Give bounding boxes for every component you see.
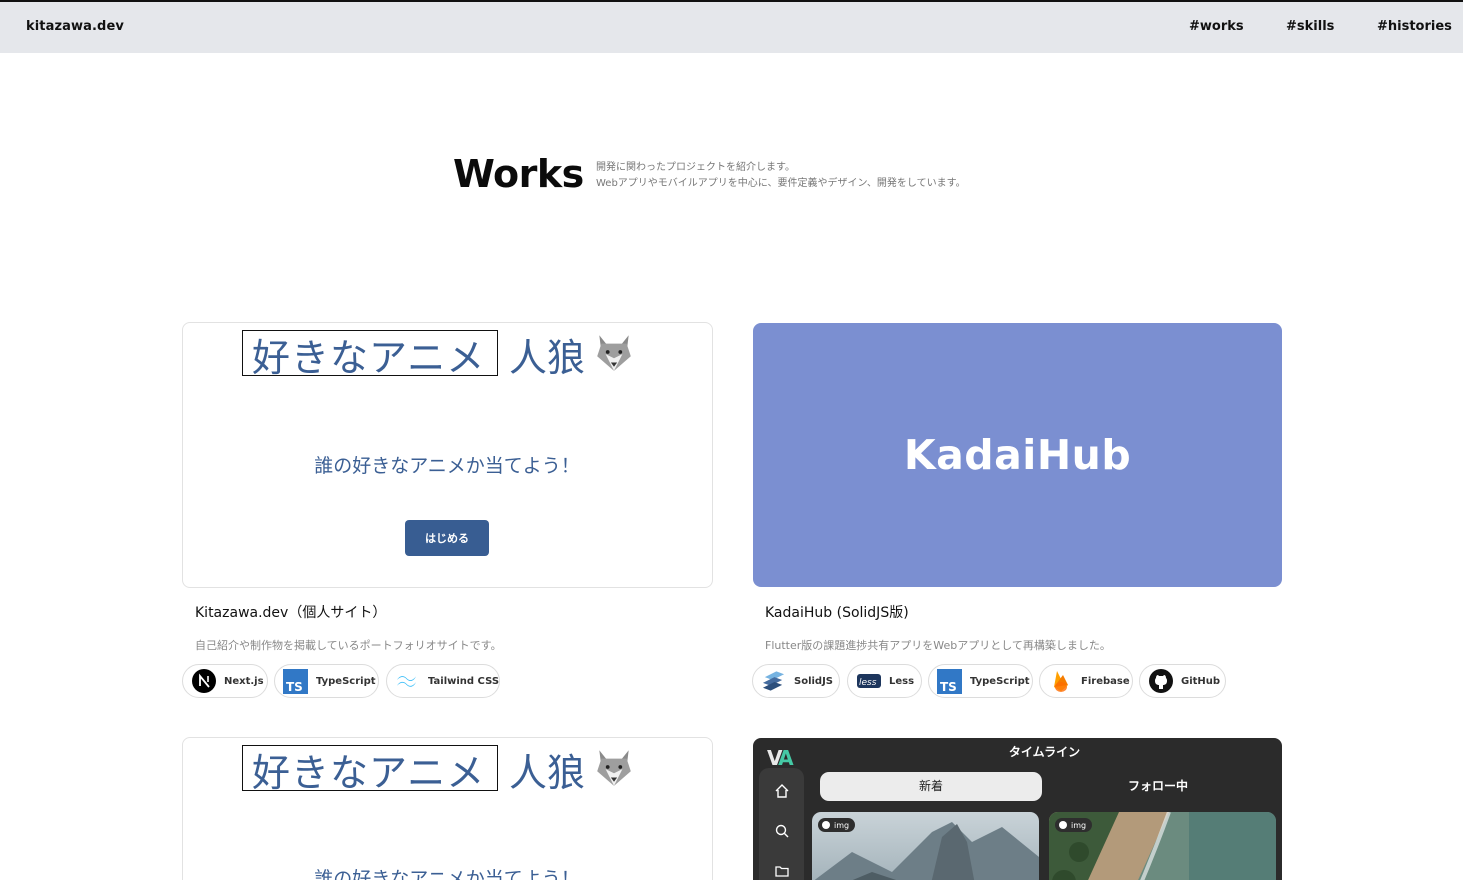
anime-title-boxed: 好きなアニメ — [252, 751, 486, 795]
tag-label: TypeScript — [316, 675, 376, 687]
site-brand-link[interactable]: kitazawa.dev — [26, 19, 124, 34]
timeline-photo-mountains[interactable]: img — [812, 812, 1039, 880]
svg-text:TS: TS — [286, 680, 303, 694]
nextjs-icon — [191, 669, 216, 694]
anime-title-jinro: 人狼 — [509, 336, 586, 380]
solidjs-icon — [761, 669, 786, 694]
home-icon[interactable] — [775, 784, 789, 798]
works-description-line1: 開発に関わったプロジェクトを紹介します。 — [596, 162, 795, 173]
kadaihub-logo-text: KadaiHub — [903, 431, 1132, 479]
svg-text:TS: TS — [940, 680, 957, 694]
nav-link-works[interactable]: #works — [1189, 19, 1244, 34]
tag-typescript[interactable]: TS TypeScript — [274, 664, 379, 698]
top-navbar: kitazawa.dev #works #skills #histories — [0, 2, 1463, 53]
tag-label: Less — [889, 675, 915, 687]
card-kadaihub-description: Flutter版の課題進捗共有アプリをWebアプリとして再構築しました。 — [765, 639, 1111, 652]
anime-title-jinro: 人狼 — [509, 751, 586, 795]
folder-icon[interactable] — [775, 864, 789, 878]
tab-new[interactable]: 新着 — [820, 772, 1042, 801]
timeline-photo-beach[interactable]: img — [1049, 812, 1276, 880]
tag-label: TypeScript — [970, 675, 1030, 687]
tag-firebase[interactable]: Firebase — [1039, 664, 1133, 698]
typescript-icon: TS — [937, 668, 962, 694]
wolf-icon — [597, 335, 631, 371]
nav-link-skills[interactable]: #skills — [1286, 19, 1334, 34]
card-kitazawa-title[interactable]: Kitazawa.dev（個人サイト） — [195, 602, 386, 622]
tab-following[interactable]: フォロー中 — [1086, 772, 1230, 801]
works-heading: Works — [453, 152, 584, 196]
app-sidebar — [759, 768, 804, 880]
tag-label: GitHub — [1181, 675, 1221, 687]
card-timeline-preview[interactable]: VA タイムライン 新着 フォロー中 img img — [753, 738, 1282, 880]
tag-nextjs[interactable]: Next.js — [182, 664, 268, 698]
start-button[interactable]: はじめる — [405, 520, 489, 556]
anime-title-boxed: 好きなアニメ — [252, 336, 486, 380]
img-badge: img — [1055, 818, 1093, 832]
tag-less[interactable]: less Less — [847, 664, 922, 698]
tag-solidjs[interactable]: SolidJS — [752, 664, 840, 698]
tag-label: Firebase — [1081, 675, 1130, 687]
nav-link-histories[interactable]: #histories — [1377, 19, 1452, 34]
tag-github[interactable]: GitHub — [1139, 664, 1226, 698]
tag-typescript[interactable]: TS TypeScript — [928, 664, 1033, 698]
img-badge: img — [818, 818, 856, 832]
typescript-icon: TS — [283, 668, 308, 694]
search-icon[interactable] — [775, 824, 789, 838]
github-icon — [1148, 669, 1173, 694]
svg-text:less: less — [859, 678, 877, 688]
firebase-icon — [1048, 669, 1073, 694]
card-kadaihub-preview[interactable]: KadaiHub — [753, 323, 1282, 587]
less-icon: less — [856, 669, 881, 694]
card-kitazawa-description: 自己紹介や制作物を掲載しているポートフォリオサイトです。 — [195, 639, 502, 652]
tag-label: Tailwind CSS — [428, 675, 500, 687]
tag-label: SolidJS — [794, 675, 834, 687]
tailwind-icon — [395, 669, 420, 694]
card-kitazawa-preview[interactable]: 好きなアニメ 人狼 誰の好きなアニメか当てよう！ はじめる — [182, 322, 713, 588]
card-anime-preview-2[interactable]: 好きなアニメ 人狼 誰の好きなアニメか当てよう！ — [182, 737, 713, 880]
anime-subtitle: 誰の好きなアニメか当てよう！ — [314, 868, 580, 880]
tag-label: Next.js — [224, 675, 264, 687]
works-description: 開発に関わったプロジェクトを紹介します。 Webアプリやモバイルアプリを中心に、… — [596, 160, 966, 192]
card-kadaihub-title[interactable]: KadaiHub (SolidJS版) — [765, 602, 909, 622]
tag-tailwind[interactable]: Tailwind CSS — [386, 664, 500, 698]
timeline-header: タイムライン — [1008, 745, 1081, 759]
anime-subtitle: 誰の好きなアニメか当てよう！ — [314, 455, 580, 477]
wolf-icon — [597, 750, 631, 786]
works-description-line2: Webアプリやモバイルアプリを中心に、要件定義やデザイン、開発をしています。 — [596, 178, 966, 189]
